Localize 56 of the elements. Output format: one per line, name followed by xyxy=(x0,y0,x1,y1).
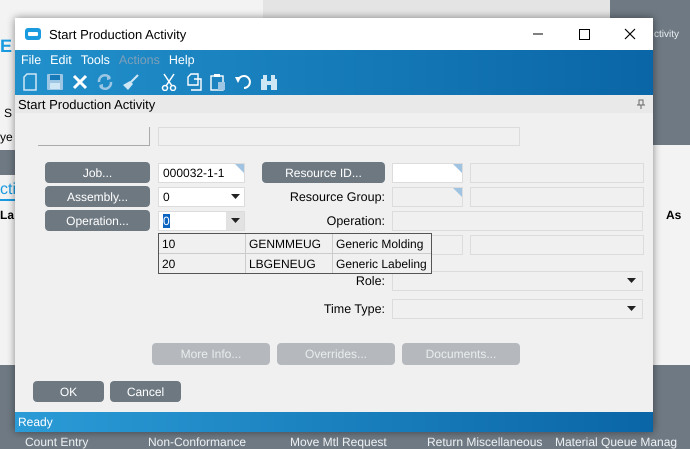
tile-label[interactable]: Material Queue Manag xyxy=(555,435,678,449)
refresh-icon[interactable] xyxy=(96,72,114,90)
delete-icon[interactable] xyxy=(72,72,88,90)
field-label: Resource Group: xyxy=(290,190,385,204)
form-title: Start Production Activity xyxy=(18,96,156,112)
tile-label[interactable]: Move Mtl Request xyxy=(290,435,387,449)
dropdown-icon[interactable] xyxy=(627,306,636,311)
background-text: ye xyxy=(0,130,13,144)
new-icon[interactable] xyxy=(22,72,38,90)
background-text: E xyxy=(0,36,12,57)
tab-strip-background xyxy=(0,150,15,175)
ok-button[interactable]: OK xyxy=(33,381,104,402)
status-text: Ready xyxy=(18,415,53,429)
field-label: Operation: xyxy=(326,214,385,228)
input-field[interactable] xyxy=(392,162,463,182)
combo-box[interactable]: 0 xyxy=(158,186,245,206)
app-icon xyxy=(25,28,41,40)
cancel-button[interactable]: Cancel xyxy=(110,381,181,402)
tile-label[interactable]: Count Entry xyxy=(25,435,88,449)
input-field xyxy=(392,186,463,206)
menu-item[interactable]: File xyxy=(21,53,42,67)
cut-icon[interactable] xyxy=(160,72,178,90)
window-title: Start Production Activity xyxy=(49,26,186,42)
dropdown-icon[interactable] xyxy=(230,218,240,223)
copy-icon[interactable] xyxy=(186,72,202,90)
field-label: Role: xyxy=(356,274,385,288)
list-cell[interactable]: 10 xyxy=(159,234,246,253)
binoculars-icon[interactable] xyxy=(260,72,278,90)
list-cell[interactable]: GENMMEUG xyxy=(246,234,333,253)
tile-label[interactable]: Non-Conformance xyxy=(148,435,246,449)
tile-label[interactable]: Return Miscellaneous xyxy=(427,435,542,449)
lookup-button[interactable]: Resource ID... xyxy=(262,162,385,183)
input-field[interactable]: 000032-1-1 xyxy=(158,162,245,182)
lookup-button[interactable]: Assembly... xyxy=(45,186,150,207)
broom-icon[interactable] xyxy=(122,72,140,90)
list-cell[interactable]: LBGENEUG xyxy=(246,254,333,273)
dropdown-icon[interactable] xyxy=(627,278,636,283)
combo-box[interactable]: 0 xyxy=(158,210,245,230)
menu-item[interactable]: Help xyxy=(168,53,195,67)
background-text: As xyxy=(666,208,682,222)
background-text: S xyxy=(4,106,12,120)
paste-icon[interactable] xyxy=(210,72,226,90)
lookup-button[interactable]: Operation... xyxy=(45,210,150,231)
list-cell[interactable]: 20 xyxy=(159,254,246,273)
background-text: La xyxy=(0,208,14,222)
lookup-button[interactable]: Job... xyxy=(45,162,150,183)
field-label: Time Type: xyxy=(324,302,385,316)
pin-icon[interactable] xyxy=(636,99,646,109)
dropdown-icon[interactable] xyxy=(230,194,240,199)
menu-item[interactable]: Edit xyxy=(50,53,72,67)
save-icon[interactable] xyxy=(46,72,64,90)
undo-icon[interactable] xyxy=(234,72,252,90)
list-cell[interactable]: Generic Molding xyxy=(333,234,431,253)
background-text: ctivity xyxy=(654,29,679,40)
list-cell[interactable]: Generic Labeling xyxy=(333,254,431,273)
menu-item[interactable]: Tools xyxy=(80,53,110,67)
